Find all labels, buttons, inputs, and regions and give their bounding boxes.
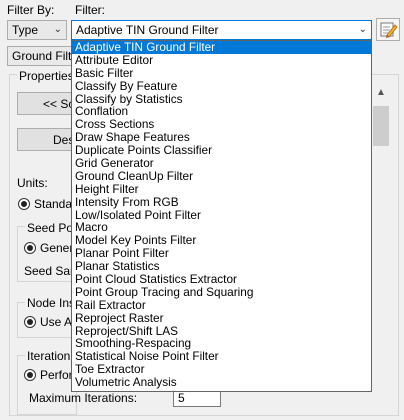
seed-point-label: Seed Poi	[25, 221, 78, 235]
describe-button[interactable]: Des	[17, 128, 77, 151]
edit-settings-icon	[380, 22, 398, 38]
perform-radio-label: Perfor	[40, 368, 73, 382]
dropdown-item[interactable]: Rail Extractor	[72, 298, 371, 312]
filter-dropdown-list[interactable]: Adaptive TIN Ground Filter Attribute Edit…	[71, 40, 372, 392]
iteration-group	[17, 355, 77, 415]
filter-value: Adaptive TIN Ground Filter	[76, 23, 219, 37]
filter-by-value: Type	[12, 23, 39, 37]
dropdown-item[interactable]: Height Filter	[72, 182, 371, 196]
max-iterations-label: Maximum Iterations:	[29, 391, 138, 405]
prev-button[interactable]: << Sc	[17, 92, 77, 115]
properties-group-label: Properties	[17, 69, 76, 83]
chevron-down-icon: ⌄	[53, 24, 62, 35]
filter-combo[interactable]: Adaptive TIN Ground Filter ⌄	[71, 20, 372, 40]
chevron-up-icon: ▲	[376, 87, 386, 98]
perform-radio[interactable]	[24, 369, 36, 381]
dropdown-item[interactable]: Point Group Tracing and Squaring	[72, 286, 371, 299]
filter-label: Filter:	[75, 3, 105, 17]
dropdown-item[interactable]: Grid Generator	[72, 157, 371, 170]
filter-by-combo[interactable]: Type ⌄	[7, 20, 67, 40]
standard-radio-label: Standar	[34, 197, 77, 211]
dropdown-item[interactable]: Ground CleanUp Filter	[72, 170, 371, 183]
dropdown-item[interactable]: Adaptive TIN Ground Filter	[72, 41, 371, 54]
scroll-up-button[interactable]: ▲	[373, 86, 389, 106]
dropdown-item[interactable]: Low/Isolated Point Filter	[72, 208, 371, 222]
dropdown-item[interactable]: Attribute Editor	[72, 53, 371, 67]
chevron-down-icon: ⌄	[358, 24, 367, 35]
standard-radio[interactable]	[18, 198, 30, 210]
iteration-label: Iteration	[25, 349, 73, 363]
scroll-thumb[interactable]	[373, 106, 389, 146]
units-label: Units:	[17, 176, 48, 190]
dropdown-item[interactable]: Reproject Raster	[72, 311, 371, 325]
settings-button[interactable]	[376, 18, 400, 41]
dropdown-item[interactable]: Volumetric Analysis	[72, 376, 371, 389]
dropdown-item[interactable]: Basic Filter	[72, 66, 371, 80]
secondary-combo[interactable]: Ground Filte	[7, 46, 79, 66]
dropdown-item[interactable]: Point Cloud Statistics Extractor	[72, 273, 371, 286]
filter-by-label: Filter By:	[7, 3, 55, 17]
dropdown-item[interactable]: Classify By Feature	[72, 79, 371, 93]
prev-button-label: << Sc	[43, 97, 75, 111]
use-auto-radio[interactable]	[24, 316, 36, 328]
secondary-combo-value: Ground Filte	[12, 49, 79, 63]
node-label: Node Ins	[25, 296, 78, 310]
general-radio[interactable]	[24, 242, 36, 254]
max-iterations-value: 5	[178, 391, 185, 405]
dropdown-item[interactable]: Intensity From RGB	[72, 195, 371, 209]
